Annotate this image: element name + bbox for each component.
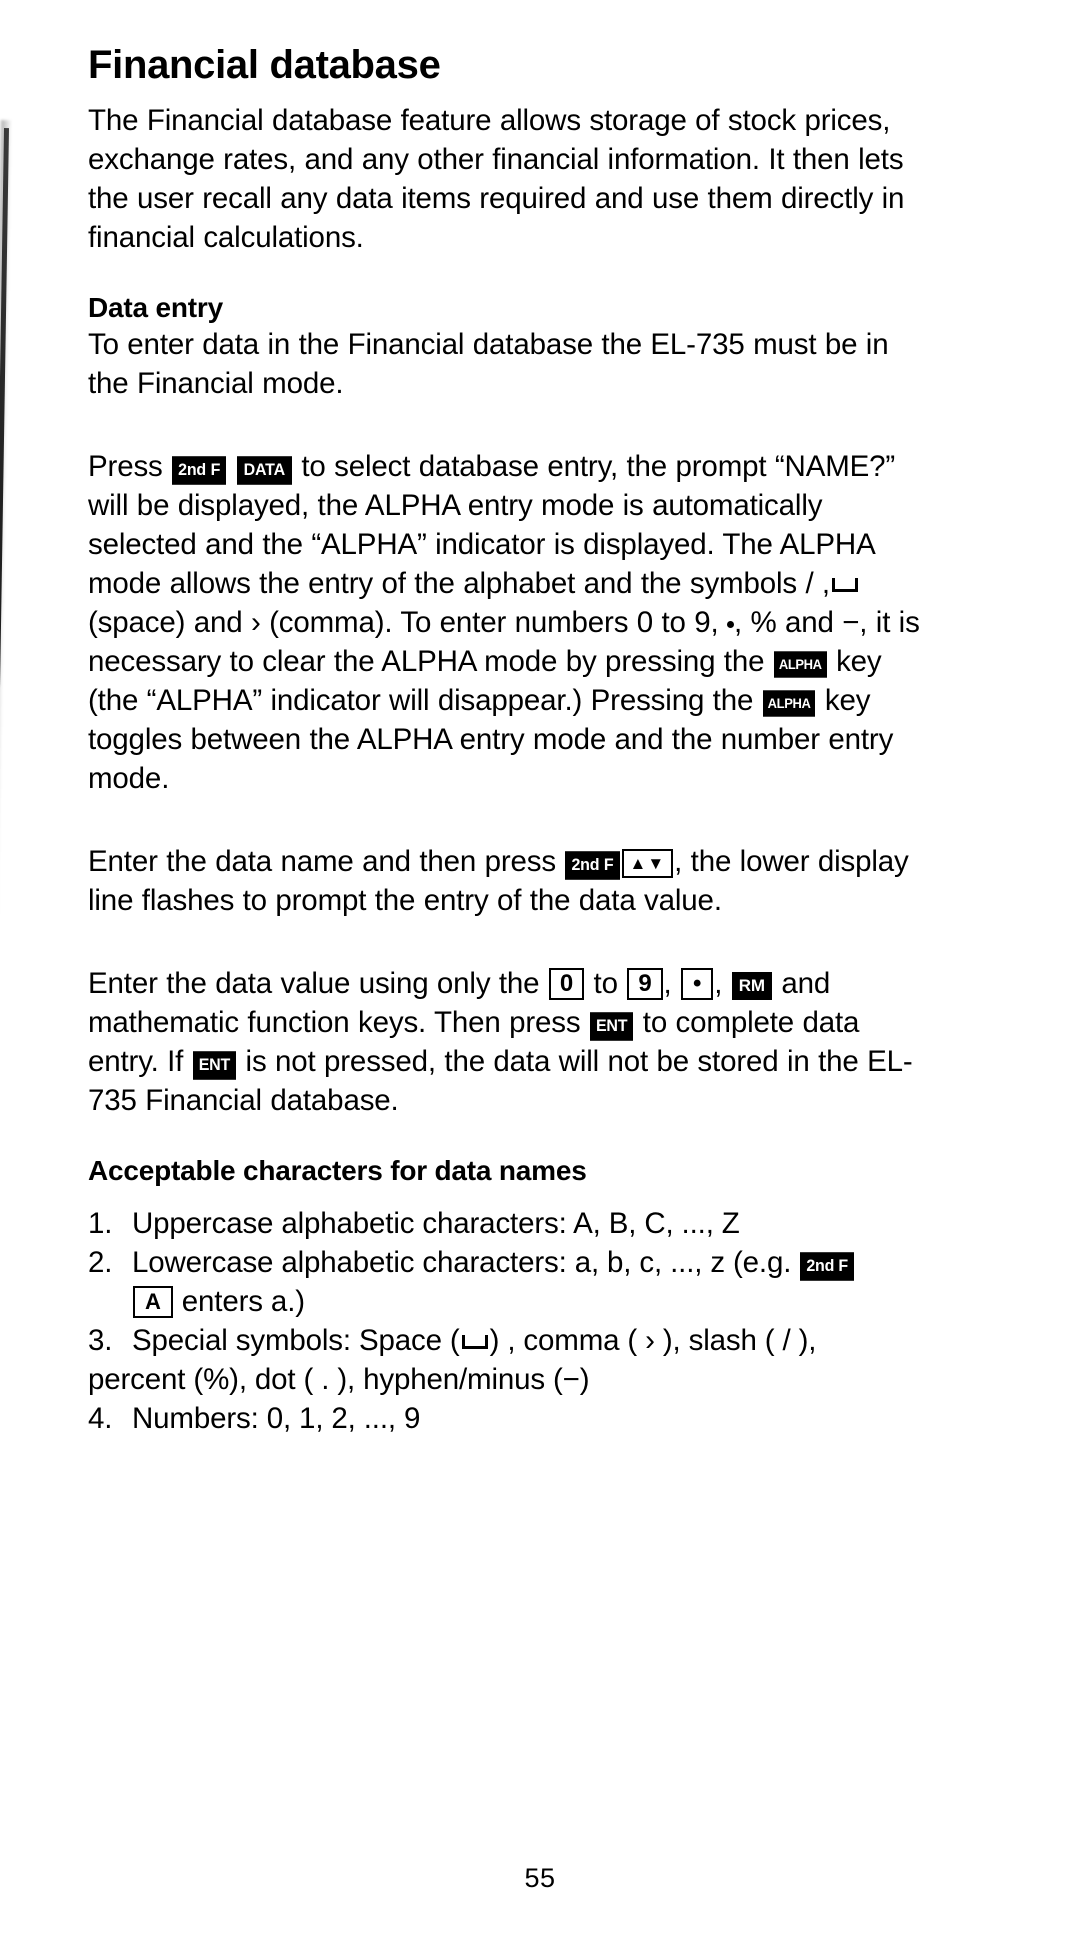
- acceptable-characters-list: 1. Uppercase alphabetic characters: A, B…: [88, 1204, 928, 1438]
- list-item-number: 2.: [88, 1246, 113, 1279]
- data-entry-paragraph-2: Press 2nd F DATA to select database entr…: [88, 447, 928, 798]
- list-item: 2. Lowercase alphabetic characters: a, b…: [88, 1243, 928, 1321]
- key-letter-a-icon: A: [133, 1286, 173, 1318]
- data-entry-p4-text-b: to: [593, 967, 618, 1000]
- key-up-down-arrows-icon: ▲▼: [621, 849, 674, 878]
- list-item-label: Special symbols: Space ( ) , comma ( › ),…: [88, 1321, 928, 1360]
- data-entry-p2-text-c: (space) and › (comma). To enter numbers …: [88, 606, 719, 639]
- key-2nd-function-icon: 2nd F: [172, 455, 227, 485]
- data-entry-p4-text-d: ,: [714, 967, 723, 1000]
- page-number: 55: [524, 1863, 556, 1893]
- list-item: 3. Special symbols: Space ( ) , comma ( ›…: [88, 1321, 928, 1399]
- space-symbol-icon: [831, 578, 858, 592]
- key-alpha-icon: ALPHA: [773, 651, 827, 678]
- key-2nd-function-icon: 2nd F: [565, 850, 620, 880]
- list-item: 1. Uppercase alphabetic characters: A, B…: [88, 1204, 928, 1243]
- list-item-label: Numbers: 0, 1, 2, ..., 9: [132, 1402, 421, 1435]
- list-item-label: Uppercase alphabetic characters: A, B, C…: [132, 1207, 740, 1240]
- page-content: Financial database The Financial databas…: [88, 0, 928, 1438]
- key-enter-icon: ENT: [192, 1050, 237, 1080]
- list-item-text: Lowercase alphabetic characters: a, b, c…: [132, 1246, 792, 1279]
- list-item-number: 1.: [88, 1207, 113, 1240]
- data-entry-p4-text-c: ,: [663, 967, 672, 1000]
- data-entry-paragraph-4: Enter the data value using only the 0 to…: [88, 964, 928, 1120]
- space-symbol-icon: [461, 1335, 488, 1349]
- press-label: Press: [88, 450, 163, 483]
- data-entry-paragraph-3: Enter the data name and then press 2nd F…: [88, 842, 928, 920]
- data-entry-paragraph-1: To enter data in the Financial database …: [88, 328, 889, 400]
- data-entry-p4-text-a: Enter the data value using only the: [88, 967, 540, 1000]
- list-item: 4. Numbers: 0, 1, 2, ..., 9: [88, 1399, 928, 1438]
- section-heading-acceptable-characters: Acceptable characters for data names: [88, 1155, 587, 1186]
- list-item-text-b: ) , comma ( › ), slash ( / ),: [489, 1324, 817, 1357]
- list-item-label: Lowercase alphabetic characters: a, b, c…: [88, 1243, 928, 1282]
- key-data-icon: DATA: [236, 455, 292, 485]
- list-item-continuation-text: enters a.): [181, 1285, 305, 1318]
- key-enter-icon: ENT: [589, 1011, 634, 1041]
- list-item-text-a: Special symbols: Space (: [132, 1324, 460, 1357]
- list-item-number: 3.: [88, 1324, 113, 1357]
- key-nine-icon: 9: [627, 968, 663, 1000]
- key-rm-icon: RM: [731, 971, 772, 1000]
- scan-edge-line: [0, 128, 9, 1928]
- data-entry-p3-text-a: Enter the data name and then press: [88, 845, 556, 878]
- key-alpha-icon: ALPHA: [762, 690, 816, 717]
- key-zero-icon: 0: [548, 968, 585, 1000]
- scan-edge-artifact: [0, 0, 60, 1955]
- list-item-continuation: percent (%), dot ( . ), hyphen/minus (−): [88, 1363, 590, 1396]
- dot-symbol-icon: [726, 621, 734, 628]
- key-2nd-function-icon: 2nd F: [800, 1251, 854, 1281]
- key-decimal-point-icon: •: [681, 968, 714, 1000]
- intro-paragraph: The Financial database feature allows st…: [88, 104, 905, 254]
- section-heading-data-entry: Data entry: [88, 292, 223, 323]
- page-title: Financial database: [88, 43, 441, 87]
- list-item-number: 4.: [88, 1402, 113, 1435]
- list-item-continuation: A enters a.): [88, 1282, 928, 1321]
- scan-edge-shadow: [0, 120, 11, 1930]
